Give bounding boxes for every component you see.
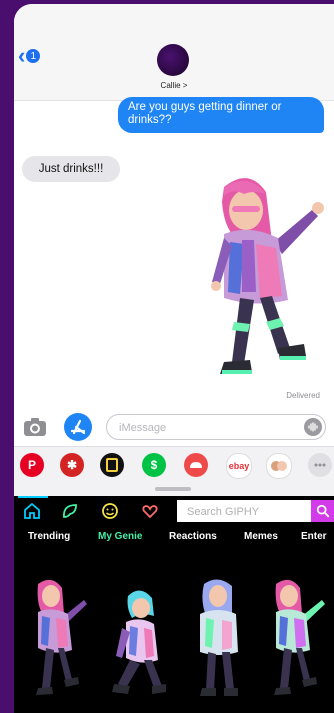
tab-my-genie[interactable]: My Genie bbox=[98, 531, 142, 542]
app-store-icon bbox=[70, 419, 86, 435]
waveform-icon bbox=[308, 422, 318, 432]
drawer-handle-area[interactable] bbox=[14, 482, 334, 496]
imessage-field[interactable] bbox=[106, 414, 326, 440]
app-store-button[interactable] bbox=[64, 413, 92, 441]
gif-result-item[interactable] bbox=[264, 576, 332, 706]
giphy-toolbar bbox=[14, 496, 334, 526]
heart-icon[interactable] bbox=[140, 501, 160, 521]
notes-icon[interactable] bbox=[100, 453, 124, 477]
tab-entertainment[interactable]: Enter bbox=[301, 531, 327, 542]
ebay-icon[interactable]: ebay bbox=[226, 453, 252, 479]
giphy-search-field[interactable] bbox=[177, 500, 311, 522]
game-icon[interactable] bbox=[184, 453, 208, 477]
emoji-icon[interactable] bbox=[100, 501, 120, 521]
yelp-icon[interactable]: ✱ bbox=[60, 453, 84, 477]
giphy-category-tabs: Trending My Genie Reactions Memes Enter bbox=[14, 531, 334, 549]
chevron-left-icon: ‹ bbox=[18, 43, 26, 68]
giphy-panel: Trending My Genie Reactions Memes Enter bbox=[14, 496, 334, 713]
cash-icon[interactable]: $ bbox=[142, 453, 166, 477]
avatar-sticker-image[interactable] bbox=[194, 172, 334, 387]
delivery-status: Delivered bbox=[286, 391, 320, 400]
drawer-grabber[interactable] bbox=[155, 487, 191, 491]
home-icon[interactable] bbox=[22, 501, 42, 521]
conversation-header: ‹ 1 Callie > bbox=[14, 4, 334, 101]
home-tab-indicator bbox=[18, 496, 48, 498]
imessage-app-strip: P ✱ $ ebay bbox=[14, 446, 334, 483]
contact-name[interactable]: Callie > bbox=[14, 81, 334, 90]
outgoing-message-bubble[interactable]: Are you guys getting dinner or drinks?? bbox=[118, 97, 324, 133]
phone-screen: ‹ 1 Callie > Are you guys getting dinner… bbox=[14, 4, 334, 713]
contact-avatar[interactable] bbox=[157, 44, 189, 76]
pinterest-icon[interactable]: P bbox=[20, 453, 44, 477]
giphy-results bbox=[14, 576, 334, 706]
message-input-row bbox=[14, 410, 334, 442]
more-icon[interactable] bbox=[308, 453, 332, 477]
gif-result-item[interactable] bbox=[24, 576, 92, 706]
gif-result-item[interactable] bbox=[108, 576, 176, 706]
sticker-icon[interactable] bbox=[60, 501, 80, 521]
unread-count-badge: 1 bbox=[26, 49, 41, 63]
giphy-search-input[interactable] bbox=[185, 503, 307, 521]
imessage-input[interactable] bbox=[117, 419, 291, 437]
camera-icon[interactable] bbox=[22, 414, 48, 440]
tab-memes[interactable]: Memes bbox=[244, 531, 278, 542]
incoming-message-bubble[interactable]: Just drinks!!! bbox=[22, 156, 120, 182]
gif-result-item[interactable] bbox=[186, 576, 254, 706]
audio-record-button[interactable] bbox=[304, 418, 322, 436]
giphy-search-button[interactable] bbox=[311, 500, 334, 522]
memoji-icon[interactable] bbox=[266, 453, 292, 479]
tab-trending[interactable]: Trending bbox=[28, 531, 70, 542]
back-button[interactable]: ‹ 1 bbox=[18, 43, 41, 68]
search-icon bbox=[316, 504, 329, 518]
tab-reactions[interactable]: Reactions bbox=[169, 531, 217, 542]
